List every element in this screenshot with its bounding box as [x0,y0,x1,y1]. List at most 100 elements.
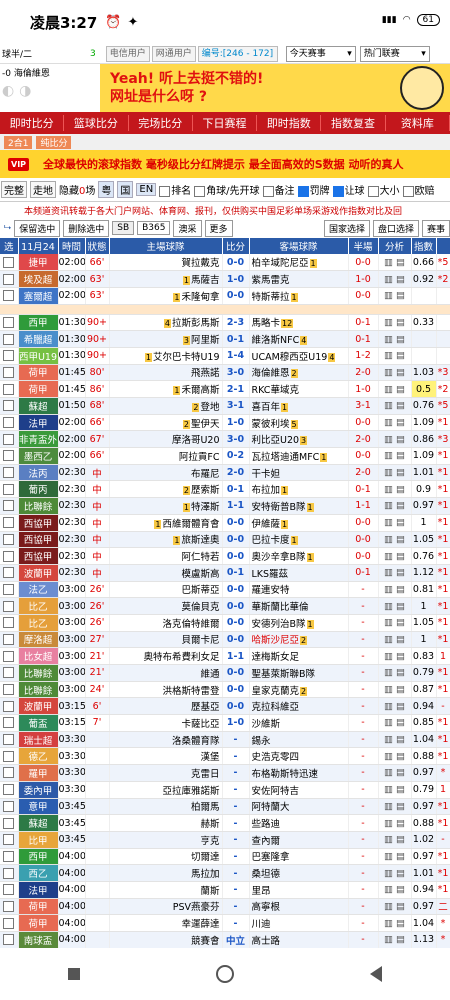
away-team-cell[interactable]: 維洛斯NFC 4 [249,330,349,348]
euro-checkbox[interactable]: 欧赔 [402,182,435,197]
analysis-cell[interactable]: ▥ ▤ [378,898,412,916]
total-checkbox[interactable]: 大小 [367,182,400,197]
analysis-icon[interactable]: ▥ ▤ [384,274,405,285]
home-team-cell[interactable]: 赫斯 [109,814,223,832]
league-cell[interactable]: 葡盃 [18,714,59,732]
table-row[interactable]: 蘇超 03:45 赫斯 - 些路迪 - ▥ ▤ 0.88 *1 [0,814,450,832]
table-row[interactable]: 南球盃 04:00 競賽會 中立 高士路 - ▥ ▤ 1.13 * [0,931,450,949]
home-team-cell[interactable]: 柏爾馬 [109,798,223,816]
analysis-icon[interactable]: ▥ ▤ [384,667,405,678]
analysis-icon[interactable]: ▥ ▤ [384,350,405,361]
rank-checkbox[interactable]: 排名 [159,182,191,197]
odds-cell[interactable]: 0.88 [411,747,437,766]
league-cell[interactable]: 意甲 [18,798,59,816]
nav-live-score[interactable]: 即时比分 [0,115,65,131]
score-cell[interactable]: 中立 [222,931,250,949]
score-cell[interactable]: 0-0 [222,514,250,532]
analysis-icon[interactable]: ▥ ▤ [384,868,405,879]
league-cell[interactable]: 波蘭甲 [18,697,59,716]
table-row[interactable]: 比乙 03:00 26' 洛克倫特維爾 0-0 安德列治B隊 1- ▥ ▤ 1.05 *1 [0,614,450,632]
corner-checkbox[interactable]: 角球/先开球 [194,182,260,197]
odds-cell[interactable]: 0.79 [411,781,437,799]
score-cell[interactable]: - [222,814,250,832]
odds-cell[interactable]: 0.97 [411,848,437,866]
checkbox-icon[interactable] [2,333,14,345]
checkbox-icon[interactable] [2,567,14,579]
odds-cell[interactable]: 0.5 [411,380,437,398]
league-cell[interactable]: 西協甲 [18,547,59,565]
score-cell[interactable]: 0-0 [222,581,250,599]
checkbox-icon[interactable] [2,316,14,328]
row-select-cell[interactable] [0,881,19,899]
score-cell[interactable]: - [222,731,250,749]
analysis-cell[interactable]: ▥ ▤ [378,564,412,582]
lang-english[interactable]: EN [136,183,157,196]
odds-cell[interactable]: 0.85 [411,714,437,732]
analysis-icon[interactable]: ▥ ▤ [384,884,405,895]
table-row[interactable]: 比聯餘 03:00 21' 維通 0-0 聖基萊斯聯B隊 - ▥ ▤ 0.79 *1 [0,664,450,682]
table-row[interactable]: 西甲 04:00 切爾達 - 巴塞隆拿 - ▥ ▤ 0.97 *1 [0,848,450,866]
analysis-cell[interactable]: ▥ ▤ [378,514,412,532]
table-row[interactable]: 荷甲 01:45 86' 1 禾爾高斯 2-1 RKC華域克 1-0 ▥ ▤ 0.5 *2 [0,380,450,398]
table-row[interactable]: 墨西乙 02:00 66' 阿拉貢FC 0-2 瓦拉塔迪通MFC 1 0-0 ▥ ▤ 1.09 *1 [0,447,450,465]
table-row[interactable]: 埃及超 02:00 63' 1 馬薩吉 1-0 紫馬雷克 1-0 ▥ ▤ 0.92 *2 [0,270,450,288]
league-cell[interactable]: 墨西乙 [18,447,59,465]
vip-banner[interactable]: VIP 全球最快的滚球指数 毫秒级比分红牌提示 最全面高效的S数据 动听的真人 [0,150,450,178]
checkbox-icon[interactable] [2,500,14,512]
odds-cell[interactable]: 0.66 [411,254,437,272]
analysis-cell[interactable]: ▥ ▤ [378,414,412,432]
row-select-cell[interactable] [0,781,19,799]
table-row[interactable]: 意甲 03:45 柏爾馬 - 阿特蘭大 - ▥ ▤ 0.97 *1 [0,798,450,816]
checkbox-icon[interactable] [2,483,14,495]
analysis-icon[interactable]: ▥ ▤ [384,290,405,301]
odds-cell[interactable] [411,347,437,365]
row-select-cell[interactable] [0,597,19,615]
odds-cell[interactable]: 0.86 [411,430,437,449]
away-team-cell[interactable]: UCAM穆西亞U19 4 [249,347,349,365]
row-select-cell[interactable] [0,664,19,682]
checkbox-icon[interactable] [2,884,14,896]
handicap-select-button[interactable]: 盘口选择 [372,219,419,237]
macau-button[interactable]: 澳采 [173,219,202,237]
delete-selected-button[interactable]: 删除选中 [63,219,110,237]
analysis-cell[interactable]: ▥ ▤ [378,864,412,882]
score-cell[interactable]: 0-2 [222,447,250,465]
score-cell[interactable]: - [222,831,250,849]
checkbox-icon[interactable] [2,800,14,812]
analysis-cell[interactable]: ▥ ▤ [378,464,412,482]
away-team-cell[interactable]: LKS羅茲 [249,564,349,582]
table-row[interactable]: 法丙 02:30 中布羅尼 2-0 干卡妲 2-0 ▥ ▤ 1.01 *1 [0,464,450,482]
league-cell[interactable]: 荷甲 [18,380,59,398]
home-team-cell[interactable]: 幸運薛達 [109,914,223,932]
table-row[interactable]: 法甲 02:00 66' 2 聖伊天 1-0 蒙彼利埃 5 0-0 ▥ ▤ 1.09 *1 [0,414,450,432]
league-cell[interactable]: 西協甲 [18,531,59,549]
checkbox-icon[interactable] [2,600,14,612]
row-select-cell[interactable] [0,380,19,398]
score-cell[interactable]: 3-0 [222,364,250,382]
league-cell[interactable]: 比聯餘 [18,497,59,515]
score-cell[interactable]: 0-0 [222,631,250,649]
score-cell[interactable]: 1-0 [222,270,250,288]
analysis-icon[interactable]: ▥ ▤ [384,317,405,328]
league-cell[interactable]: 比聯餘 [18,681,59,699]
away-team-cell[interactable]: RKC華域克 [249,380,349,398]
league-cell[interactable]: 埃及超 [18,270,59,288]
analysis-icon[interactable]: ▥ ▤ [384,467,405,478]
odds-cell[interactable]: 0.76 [411,547,437,565]
odds-cell[interactable]: 0.76 [411,397,437,415]
home-team-cell[interactable]: 歷基亞 [109,697,223,716]
table-row[interactable]: 比女超 03:00 21' 奧特布希費利女足 1-1 達梅斯女足 - ▥ ▤ 0.83 1 [0,647,450,665]
home-team-cell[interactable]: 洛桑體育隊 [109,731,223,749]
home-team-cell[interactable]: 巴斯蒂亞 [109,581,223,599]
score-cell[interactable]: 1-1 [222,497,250,515]
analysis-cell[interactable]: ▥ ▤ [378,430,412,449]
table-row[interactable]: 摩洛超 03:00 27' 貝爾卡尼 0-0 哈斯沙尼亞 2- ▥ ▤ 1 *1 [0,631,450,649]
odds-cell[interactable]: 1.02 [411,831,437,849]
away-team-cell[interactable]: 布拉加 1 [249,480,349,499]
analysis-icon[interactable]: ▥ ▤ [384,534,405,545]
checkbox-icon[interactable] [2,533,14,545]
score-cell[interactable]: - [222,864,250,882]
league-cell[interactable]: 摩洛超 [18,631,59,649]
odds-cell[interactable]: 0.97 [411,764,437,782]
score-cell[interactable]: 0-0 [222,681,250,699]
